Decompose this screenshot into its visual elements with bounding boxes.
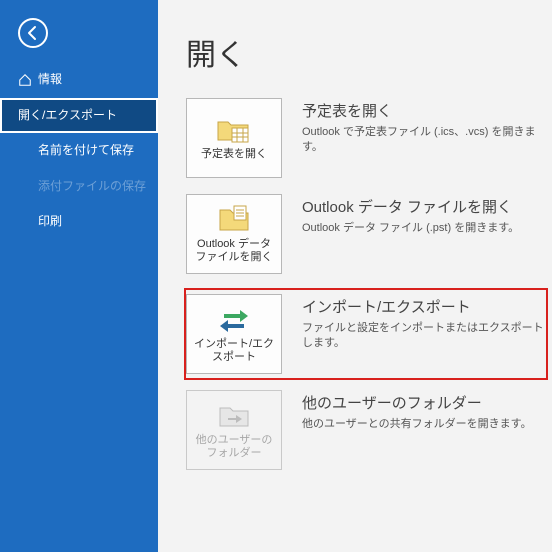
option-row-other-user-folder: 他のユーザーのフォルダー 他のユーザーのフォルダー 他のユーザーとの共有フォルダ… bbox=[186, 390, 546, 470]
option-description: 他のユーザーのフォルダー 他のユーザーとの共有フォルダーを開きます。 bbox=[302, 390, 546, 432]
option-row-open-calendar: 予定表を開く 予定表を開く Outlook で予定表ファイル (.ics、.vc… bbox=[186, 98, 546, 178]
option-title: インポート/エクスポート bbox=[302, 296, 546, 317]
button-caption: 予定表を開く bbox=[197, 148, 271, 161]
backstage-sidebar: 情報 開く/エクスポート 名前を付けて保存 添付ファイルの保存 印刷 bbox=[0, 0, 158, 552]
home-icon bbox=[18, 73, 32, 87]
sidebar-item-label: 開く/エクスポート bbox=[18, 108, 117, 124]
option-title: 他のユーザーのフォルダー bbox=[302, 392, 546, 413]
page-title: 開く bbox=[186, 30, 546, 74]
option-row-open-data-file: Outlook データ ファイルを開く Outlook データ ファイルを開く … bbox=[186, 194, 546, 274]
option-text: Outlook データ ファイル (.pst) を開きます。 bbox=[302, 221, 546, 236]
option-description: インポート/エクスポート ファイルと設定をインポートまたはエクスポートします。 bbox=[302, 294, 546, 352]
option-title: 予定表を開く bbox=[302, 100, 546, 121]
import-export-button[interactable]: インポート/エクスポート bbox=[186, 294, 282, 374]
sidebar-item-label: 添付ファイルの保存 bbox=[38, 179, 146, 195]
option-text: Outlook で予定表ファイル (.ics、.vcs) を開きます。 bbox=[302, 125, 546, 156]
open-data-file-button[interactable]: Outlook データ ファイルを開く bbox=[186, 194, 282, 274]
open-calendar-button[interactable]: 予定表を開く bbox=[186, 98, 282, 178]
sidebar-item-print[interactable]: 印刷 bbox=[0, 204, 158, 240]
calendar-folder-icon bbox=[216, 114, 252, 144]
sidebar-item-label: 名前を付けて保存 bbox=[38, 143, 134, 159]
option-text: ファイルと設定をインポートまたはエクスポートします。 bbox=[302, 321, 546, 352]
other-user-folder-button: 他のユーザーのフォルダー bbox=[186, 390, 282, 470]
sidebar-item-save-as[interactable]: 名前を付けて保存 bbox=[0, 133, 158, 169]
import-export-icon bbox=[216, 304, 252, 334]
option-row-import-export: インポート/エクスポート インポート/エクスポート ファイルと設定をインポートま… bbox=[184, 288, 548, 380]
back-button[interactable] bbox=[18, 18, 48, 48]
option-description: Outlook データ ファイルを開く Outlook データ ファイル (.p… bbox=[302, 194, 546, 236]
option-text: 他のユーザーとの共有フォルダーを開きます。 bbox=[302, 417, 546, 432]
arrow-left-icon bbox=[25, 25, 41, 41]
sidebar-item-open-export[interactable]: 開く/エクスポート bbox=[0, 98, 158, 134]
data-file-folder-icon bbox=[216, 204, 252, 234]
sidebar-item-info[interactable]: 情報 bbox=[0, 62, 158, 98]
sidebar-item-label: 情報 bbox=[38, 72, 62, 88]
main-panel: 開く 予定表を開く 予定表を開く Outlook で予定表ファイル (.ics、… bbox=[158, 0, 552, 552]
option-description: 予定表を開く Outlook で予定表ファイル (.ics、.vcs) を開きま… bbox=[302, 98, 546, 156]
button-caption: インポート/エクスポート bbox=[187, 338, 281, 364]
shared-folder-icon bbox=[216, 400, 252, 430]
sidebar-item-label: 印刷 bbox=[38, 214, 62, 230]
button-caption: 他のユーザーのフォルダー bbox=[187, 434, 281, 460]
button-caption: Outlook データ ファイルを開く bbox=[187, 238, 281, 264]
sidebar-item-save-attachments: 添付ファイルの保存 bbox=[0, 169, 158, 205]
sidebar-menu: 情報 開く/エクスポート 名前を付けて保存 添付ファイルの保存 印刷 bbox=[0, 62, 158, 240]
option-title: Outlook データ ファイルを開く bbox=[302, 196, 546, 217]
